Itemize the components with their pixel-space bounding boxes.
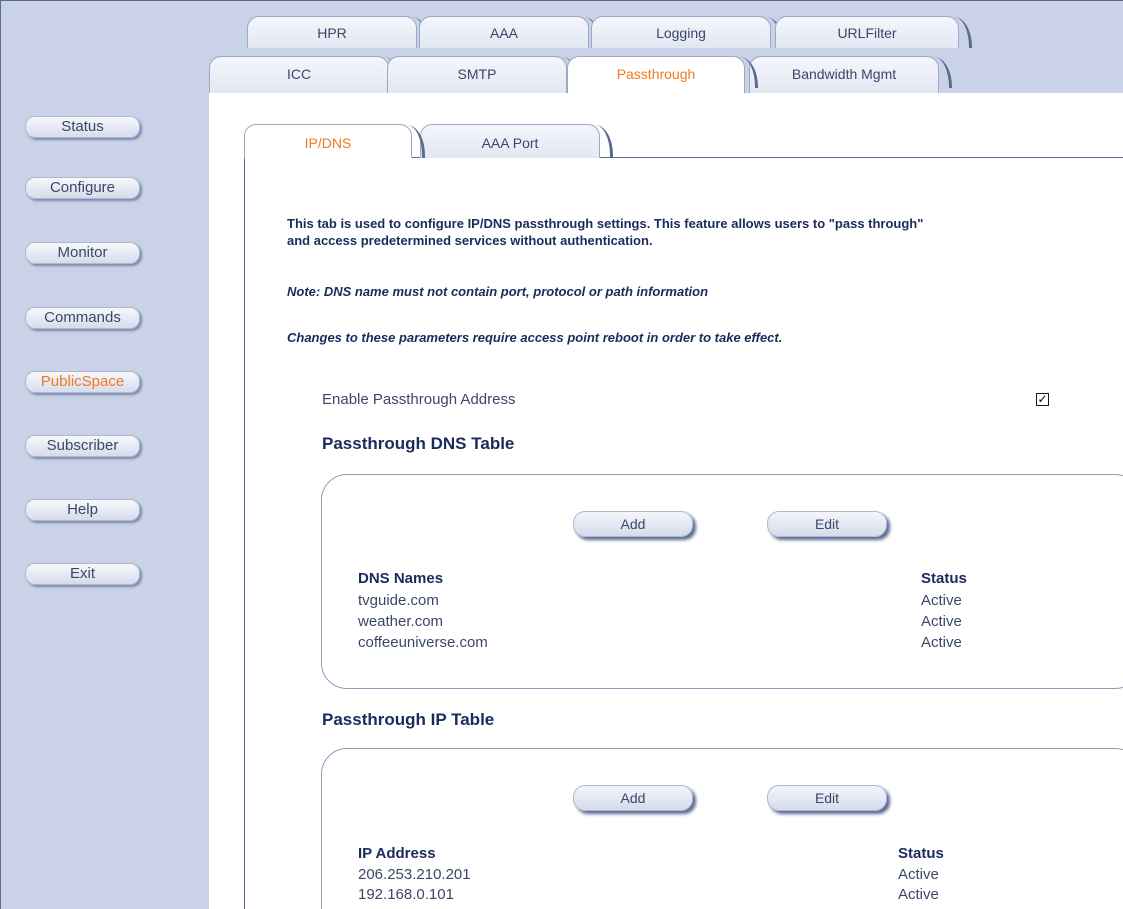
dns-names-header: DNS Names [358, 570, 444, 587]
dns-row-name: tvguide.com [358, 592, 439, 609]
tab-passthrough[interactable]: Passthrough [567, 56, 758, 93]
nav-configure-button[interactable]: Configure [25, 177, 140, 199]
ip-add-button[interactable]: Add [573, 785, 693, 811]
nav-monitor-button[interactable]: Monitor [25, 242, 140, 264]
nav-help-button[interactable]: Help [25, 499, 140, 521]
reboot-note: Changes to these parameters require acce… [287, 330, 783, 345]
dns-row-name: weather.com [358, 613, 444, 630]
ip-row-address: 192.168.0.101 [358, 886, 454, 903]
ip-row-status: Active [898, 866, 939, 883]
dns-row-name: coffeeuniverse.com [358, 634, 488, 651]
ip-edit-button[interactable]: Edit [767, 785, 887, 811]
tab-aaa[interactable]: AAA [419, 16, 602, 48]
intro-line-1: This tab is used to configure IP/DNS pas… [287, 216, 924, 231]
dns-edit-button[interactable]: Edit [767, 511, 887, 537]
ip-row-status: Active [898, 886, 939, 903]
nav-commands-button[interactable]: Commands [25, 307, 140, 329]
dns-table-title: Passthrough DNS Table [322, 434, 515, 453]
sidebar: Status Configure Monitor Commands Public… [1, 1, 209, 909]
dns-status-header: Status [921, 570, 967, 587]
dns-row-status: Active [921, 592, 962, 609]
top-tab-bar: HPR AAA Logging URLFilter ICC SMTP Passt… [209, 1, 1123, 93]
dns-row-status: Active [921, 613, 962, 630]
nav-exit-button[interactable]: Exit [25, 563, 140, 585]
ip-table-title: Passthrough IP Table [322, 710, 495, 729]
ip-status-header: Status [898, 845, 944, 862]
ip-table-box [321, 748, 1123, 909]
enable-passthrough-checkbox[interactable]: ✓ [1036, 393, 1049, 406]
dns-row-status: Active [921, 634, 962, 651]
tab-icc[interactable]: ICC [209, 56, 402, 93]
subtab-ip-dns[interactable]: IP/DNS [244, 124, 425, 158]
tab-urlfilter[interactable]: URLFilter [775, 16, 972, 48]
tab-bandwidth-mgmt[interactable]: Bandwidth Mgmt [749, 56, 952, 93]
intro-line-2: and access predetermined services withou… [287, 233, 653, 248]
ip-address-header: IP Address [358, 845, 436, 862]
tab-logging[interactable]: Logging [591, 16, 784, 48]
dns-note: Note: DNS name must not contain port, pr… [287, 284, 709, 299]
nav-status-button[interactable]: Status [25, 116, 140, 138]
tab-hpr[interactable]: HPR [247, 16, 430, 48]
subtab-aaa-port[interactable]: AAA Port [420, 124, 613, 158]
intro-text: This tab is used to configure IP/DNS pas… [287, 215, 1123, 249]
nav-subscriber-button[interactable]: Subscriber [25, 435, 140, 457]
dns-add-button[interactable]: Add [573, 511, 693, 537]
enable-passthrough-label: Enable Passthrough Address [322, 391, 516, 408]
tab-smtp[interactable]: SMTP [387, 56, 580, 93]
nav-publicspace-button[interactable]: PublicSpace [25, 371, 140, 393]
ip-row-address: 206.253.210.201 [358, 866, 471, 883]
